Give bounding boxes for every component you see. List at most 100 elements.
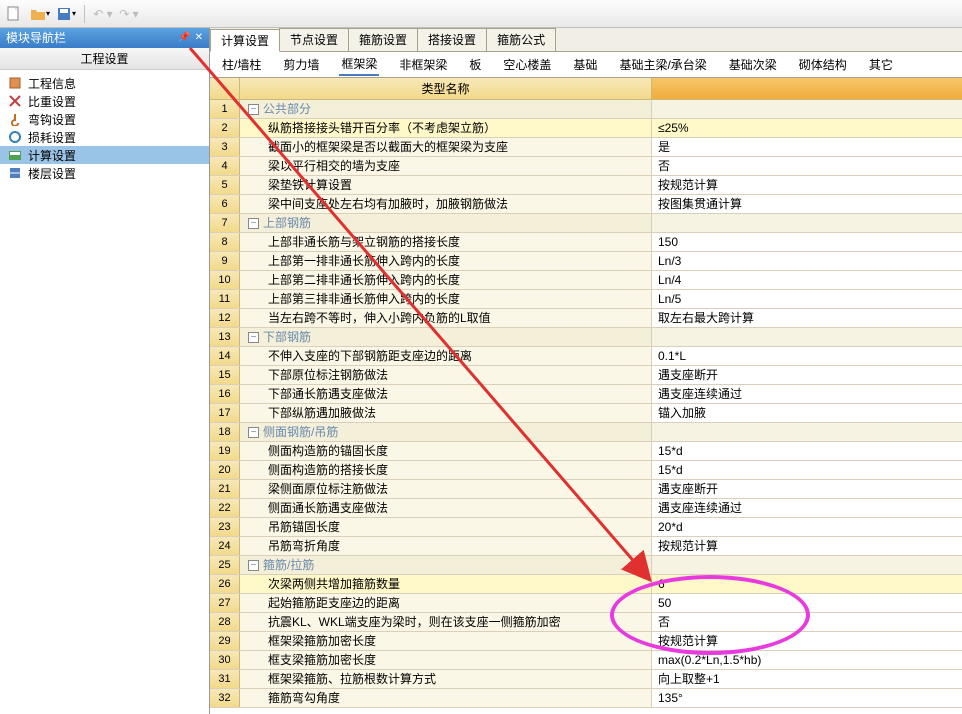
row-value[interactable]: 50: [652, 594, 962, 612]
undo-icon[interactable]: ↶ ▾: [93, 4, 113, 24]
grid-row[interactable]: 30框支梁箍筋加密长度max(0.2*Ln,1.5*hb): [210, 651, 962, 670]
row-value[interactable]: max(0.2*Ln,1.5*hb): [652, 651, 962, 669]
grid-row[interactable]: 16下部通长筋遇支座做法遇支座连续通过: [210, 385, 962, 404]
grid-row[interactable]: 27起始箍筋距支座边的距离50: [210, 594, 962, 613]
tab-node-settings[interactable]: 节点设置: [279, 28, 349, 51]
tab-lap-settings[interactable]: 搭接设置: [417, 28, 487, 51]
row-value[interactable]: 取左右最大跨计算: [652, 309, 962, 327]
row-value[interactable]: 按图集贯通计算: [652, 195, 962, 213]
nav-item-loss[interactable]: 损耗设置: [0, 128, 209, 146]
row-value[interactable]: Ln/3: [652, 252, 962, 270]
grid-row[interactable]: 26次梁两侧共增加箍筋数量6: [210, 575, 962, 594]
grid-section-row[interactable]: 13−下部钢筋: [210, 328, 962, 347]
row-label: 纵筋搭接接头错开百分率（不考虑架立筋）: [240, 119, 652, 137]
subtab-other[interactable]: 其它: [867, 54, 895, 75]
grid-row[interactable]: 31框架梁箍筋、拉筋根数计算方式向上取整+1: [210, 670, 962, 689]
grid-section-row[interactable]: 7−上部钢筋: [210, 214, 962, 233]
grid-row[interactable]: 15下部原位标注钢筋做法遇支座断开: [210, 366, 962, 385]
collapse-toggle-icon[interactable]: −: [248, 332, 259, 343]
new-file-icon[interactable]: [4, 4, 24, 24]
open-folder-icon[interactable]: ▾: [30, 4, 50, 24]
grid-row[interactable]: 14不伸入支座的下部钢筋距支座边的距离0.1*L: [210, 347, 962, 366]
nav-item-project-info[interactable]: 工程信息: [0, 74, 209, 92]
grid-row[interactable]: 4梁以平行相交的墙为支座否: [210, 157, 962, 176]
grid-row[interactable]: 3截面小的框架梁是否以截面大的框架梁为支座是: [210, 138, 962, 157]
collapse-toggle-icon[interactable]: −: [248, 560, 259, 571]
subtab-foundation-main[interactable]: 基础主梁/承台梁: [617, 54, 708, 75]
grid-row[interactable]: 11上部第三排非通长筋伸入跨内的长度Ln/5: [210, 290, 962, 309]
grid-row[interactable]: 19侧面构造筋的锚固长度15*d: [210, 442, 962, 461]
row-value[interactable]: 是: [652, 138, 962, 156]
subtab-nonframe-beam[interactable]: 非框架梁: [397, 54, 449, 75]
row-value[interactable]: 15*d: [652, 461, 962, 479]
grid-row[interactable]: 23吊筋锚固长度20*d: [210, 518, 962, 537]
redo-icon[interactable]: ↷ ▾: [119, 4, 139, 24]
grid-row[interactable]: 6梁中间支座处左右均有加腋时，加腋钢筋做法按图集贯通计算: [210, 195, 962, 214]
collapse-toggle-icon[interactable]: −: [248, 104, 259, 115]
row-value[interactable]: 向上取整+1: [652, 670, 962, 688]
nav-item-hook[interactable]: 弯钩设置: [0, 110, 209, 128]
grid-row[interactable]: 28抗震KL、WKL端支座为梁时，则在该支座一侧箍筋加密否: [210, 613, 962, 632]
grid-row[interactable]: 29框架梁箍筋加密长度按规范计算: [210, 632, 962, 651]
grid-section-row[interactable]: 1−公共部分: [210, 100, 962, 119]
tab-stirrup-formula[interactable]: 箍筋公式: [486, 28, 556, 51]
grid-row[interactable]: 10上部第二排非通长筋伸入跨内的长度Ln/4: [210, 271, 962, 290]
subtab-masonry[interactable]: 砌体结构: [797, 54, 849, 75]
tab-calc-settings[interactable]: 计算设置: [210, 29, 280, 52]
subtab-hollow[interactable]: 空心楼盖: [501, 54, 553, 75]
grid-row[interactable]: 2纵筋搭接接头错开百分率（不考虑架立筋）≤25%: [210, 119, 962, 138]
grid-row[interactable]: 32箍筋弯勾角度135°: [210, 689, 962, 708]
row-value[interactable]: [652, 214, 962, 232]
row-value[interactable]: [652, 556, 962, 574]
save-icon[interactable]: ▾: [56, 4, 76, 24]
grid-section-row[interactable]: 25−箍筋/拉筋: [210, 556, 962, 575]
grid-row[interactable]: 8上部非通长筋与架立钢筋的搭接长度150: [210, 233, 962, 252]
row-value[interactable]: [652, 423, 962, 441]
grid-row[interactable]: 5梁垫铁计算设置按规范计算: [210, 176, 962, 195]
row-number: 19: [210, 442, 240, 460]
row-value[interactable]: 6: [652, 575, 962, 593]
row-value[interactable]: 0.1*L: [652, 347, 962, 365]
row-value[interactable]: 遇支座连续通过: [652, 499, 962, 517]
row-value[interactable]: 按规范计算: [652, 176, 962, 194]
subtab-foundation[interactable]: 基础: [571, 54, 599, 75]
nav-item-weight[interactable]: 比重设置: [0, 92, 209, 110]
subtab-foundation-sec[interactable]: 基础次梁: [727, 54, 779, 75]
row-value[interactable]: 否: [652, 613, 962, 631]
grid-row[interactable]: 24吊筋弯折角度按规范计算: [210, 537, 962, 556]
subtab-column[interactable]: 柱/墙柱: [220, 54, 263, 75]
row-value[interactable]: 遇支座连续通过: [652, 385, 962, 403]
row-value[interactable]: [652, 328, 962, 346]
row-value[interactable]: 20*d: [652, 518, 962, 536]
row-value[interactable]: 135°: [652, 689, 962, 707]
grid-row[interactable]: 22侧面通长筋遇支座做法遇支座连续通过: [210, 499, 962, 518]
row-value[interactable]: [652, 100, 962, 118]
grid-row[interactable]: 12当左右跨不等时，伸入小跨内负筋的L取值取左右最大跨计算: [210, 309, 962, 328]
nav-item-floor[interactable]: 楼层设置: [0, 164, 209, 182]
row-value[interactable]: 按规范计算: [652, 632, 962, 650]
grid-row[interactable]: 9上部第一排非通长筋伸入跨内的长度Ln/3: [210, 252, 962, 271]
close-panel-icon[interactable]: ✕: [195, 28, 203, 48]
row-value[interactable]: 按规范计算: [652, 537, 962, 555]
grid-section-row[interactable]: 18−侧面钢筋/吊筋: [210, 423, 962, 442]
subtab-slab[interactable]: 板: [467, 54, 483, 75]
row-value[interactable]: 150: [652, 233, 962, 251]
tab-stirrup-settings[interactable]: 箍筋设置: [348, 28, 418, 51]
subtab-shearwall[interactable]: 剪力墙: [281, 54, 321, 75]
nav-item-calc-settings[interactable]: 计算设置: [0, 146, 209, 164]
row-value[interactable]: 否: [652, 157, 962, 175]
row-value[interactable]: 遇支座断开: [652, 480, 962, 498]
grid-row[interactable]: 20侧面构造筋的搭接长度15*d: [210, 461, 962, 480]
row-value[interactable]: ≤25%: [652, 119, 962, 137]
subtab-frame-beam[interactable]: 框架梁: [339, 53, 379, 76]
grid-row[interactable]: 21梁侧面原位标注筋做法遇支座断开: [210, 480, 962, 499]
grid-row[interactable]: 17下部纵筋遇加腋做法锚入加腋: [210, 404, 962, 423]
row-value[interactable]: 遇支座断开: [652, 366, 962, 384]
row-value[interactable]: 锚入加腋: [652, 404, 962, 422]
collapse-toggle-icon[interactable]: −: [248, 218, 259, 229]
pin-icon[interactable]: 📌: [178, 28, 190, 48]
collapse-toggle-icon[interactable]: −: [248, 427, 259, 438]
row-value[interactable]: Ln/4: [652, 271, 962, 289]
row-value[interactable]: Ln/5: [652, 290, 962, 308]
row-value[interactable]: 15*d: [652, 442, 962, 460]
